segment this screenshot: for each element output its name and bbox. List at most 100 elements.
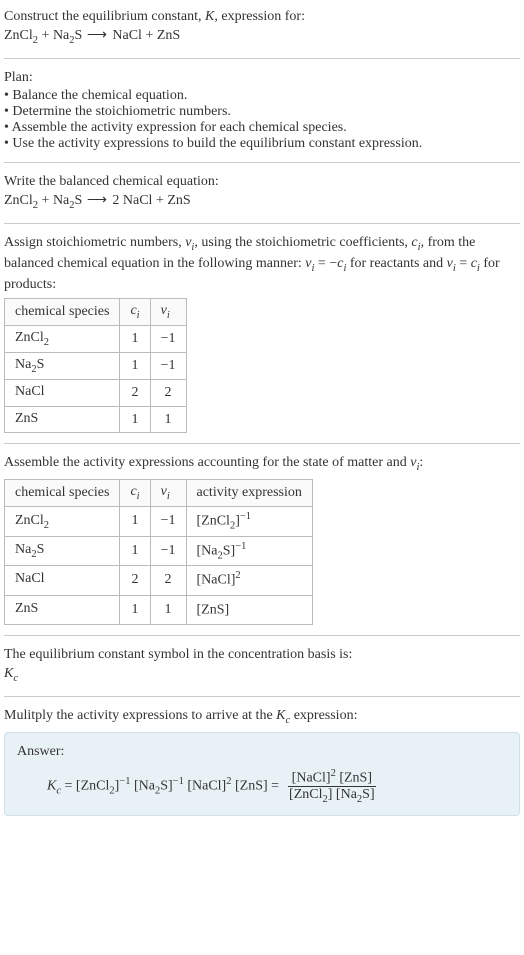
denominator: [ZnCl2] [Na2S] [285,787,379,805]
text: , using the stoichiometric coefficients, [194,235,411,250]
activity-intro: Assemble the activity expressions accoun… [4,454,520,475]
eq: = [456,256,471,271]
cell-c: 1 [120,595,150,624]
superscript: −1 [240,511,251,522]
superscript: −1 [173,776,184,787]
cell-c: 2 [120,379,150,406]
superscript: 2 [235,570,240,581]
text: Mulitply the activity expressions to arr… [4,708,276,723]
col-activity: activity expression [186,480,312,507]
table-header-row: chemical species ci νi activity expressi… [5,480,313,507]
text: ZnCl [15,330,44,345]
stoich-table: chemical species ci νi ZnCl2 1 −1 Na2S 1… [4,298,187,433]
col-c: ci [120,299,150,326]
prompt-equation: ZnCl2 + Na2S ⟶ NaCl + ZnS [4,27,520,48]
cell-c: 1 [120,536,150,565]
text: [NaCl] [292,770,331,785]
col-c: ci [120,480,150,507]
col-species: chemical species [5,480,120,507]
text: for reactants and [346,256,446,271]
table-row: ZnCl2 1 −1 [5,326,187,353]
table-row: ZnCl2 1 −1 [ZnCl2]−1 [5,507,313,536]
cell-species: ZnS [5,406,120,433]
activity-table: chemical species ci νi activity expressi… [4,479,313,625]
text: Na [15,357,31,372]
table-row: Na2S 1 −1 [Na2S]−1 [5,536,313,565]
cell-nu: −1 [150,507,186,536]
prompt-line-1: Construct the equilibrium constant, K, e… [4,8,520,27]
numerator: [NaCl]2 [ZnS] [288,768,376,788]
subscript: 2 [44,519,49,530]
text: Assign stoichiometric numbers, [4,235,185,250]
cell-nu: −1 [150,536,186,565]
table-header-row: chemical species ci νi [5,299,187,326]
cell-species: NaCl [5,379,120,406]
multiply-section: Mulitply the activity expressions to arr… [4,707,520,816]
species: 2 NaCl + ZnS [112,193,190,208]
arrow: ⟶ [82,28,112,43]
stoich-section: Assign stoichiometric numbers, νi , using… [4,234,520,434]
cell-nu: 1 [150,595,186,624]
text: S] [223,543,235,558]
cell-c: 2 [120,566,150,595]
cell-activity: [Na2S]−1 [186,536,312,565]
plan-item: Determine the stoichiometric numbers. [4,104,520,120]
col-nu: νi [150,299,186,326]
cell-c: 1 [120,353,150,380]
basis-section: The equilibrium constant symbol in the c… [4,646,520,686]
divider [4,635,520,636]
species: ZnCl [4,193,33,208]
stoich-intro: Assign stoichiometric numbers, νi, using… [4,234,520,295]
cell-nu: −1 [150,353,186,380]
species: Na [53,193,69,208]
col-species: chemical species [5,299,120,326]
plan-list: Balance the chemical equation. Determine… [4,88,520,152]
text: expression: [290,708,357,723]
plus: + [38,193,53,208]
multiply-intro: Mulitply the activity expressions to arr… [4,707,520,728]
basis-line: The equilibrium constant symbol in the c… [4,646,520,665]
text: [ZnCl [76,779,109,794]
cell-c: 1 [120,406,150,433]
divider [4,223,520,224]
divider [4,58,520,59]
plan-section: Plan: Balance the chemical equation. Det… [4,69,520,152]
text: , expression for: [214,9,305,24]
answer-box: Answer: Kc = [ZnCl2]−1 [Na2S]−1 [NaCl]2 … [4,732,520,816]
var-Kc: K [276,708,285,723]
text: S [37,357,45,372]
plan-item: Balance the chemical equation. [4,88,520,104]
prompt: Construct the equilibrium constant, K, e… [4,8,520,48]
subscript: i [167,491,170,502]
text: [Na [332,787,357,802]
table-row: ZnS 1 1 [ZnS] [5,595,313,624]
plan-item: Assemble the activity expression for eac… [4,120,520,136]
text: Construct the equilibrium constant, [4,9,205,24]
cell-species: ZnCl2 [5,326,120,353]
subscript: i [167,310,170,321]
cell-species: NaCl [5,566,120,595]
subscript: c [13,673,18,684]
cell-species: ZnCl2 [5,507,120,536]
species: NaCl + ZnS [112,28,180,43]
plan-item: Use the activity expressions to build th… [4,136,520,152]
text: ZnS [15,601,38,616]
plus: + [38,28,53,43]
superscript: −1 [119,776,130,787]
answer-expression: Kc = [ZnCl2]−1 [Na2S]−1 [NaCl]2 [ZnS] = … [17,768,507,805]
cell-c: 1 [120,507,150,536]
fraction: [NaCl]2 [ZnS] [ZnCl2] [Na2S] [285,768,379,805]
cell-species: ZnS [5,595,120,624]
divider [4,696,520,697]
table-row: Na2S 1 −1 [5,353,187,380]
text: [NaCl] [197,573,236,588]
text: NaCl [15,571,45,586]
text: S] [362,787,374,802]
cell-nu: 1 [150,406,186,433]
species: Na [53,28,69,43]
species: ZnCl [4,28,33,43]
cell-nu: 2 [150,379,186,406]
subscript: i [137,491,140,502]
text: [Na [130,779,155,794]
var-Kc: K [47,779,56,794]
